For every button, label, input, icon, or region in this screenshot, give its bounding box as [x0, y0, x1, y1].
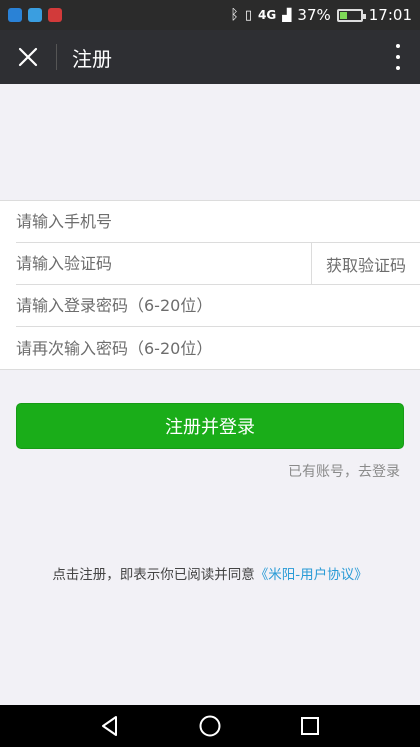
status-bar: ᛒ ▯ 4G ▟ 37% 17:01 [0, 0, 420, 30]
close-button[interactable] [0, 30, 56, 84]
app-notification-icon [8, 8, 22, 22]
title-divider [56, 44, 57, 70]
battery-icon [336, 8, 366, 22]
go-login-link[interactable]: 已有账号，去登录 [288, 461, 400, 481]
page-title: 注册 [72, 46, 112, 71]
more-dots-icon [396, 66, 400, 70]
confirm-password-row [16, 327, 420, 369]
more-dots-icon [396, 44, 400, 48]
password-input[interactable] [16, 285, 420, 326]
register-form: 获取验证码 [0, 200, 420, 370]
close-icon [18, 47, 38, 67]
recents-icon[interactable] [298, 714, 322, 738]
app-notification-icon [48, 8, 62, 22]
clock: 17:01 [368, 6, 412, 24]
signal-icon: ▟ [282, 8, 292, 22]
register-login-button[interactable]: 注册并登录 [16, 403, 404, 449]
code-row: 获取验证码 [16, 243, 420, 285]
bluetooth-icon: ᛒ [230, 7, 239, 23]
system-status: ᛒ ▯ 4G ▟ 37% 17:01 [230, 6, 412, 24]
notification-icons [8, 8, 62, 22]
password-row [16, 285, 420, 327]
agreement-text: 点击注册，即表示你已阅读并同意《米阳-用户协议》 [0, 563, 420, 583]
agreement-prefix: 点击注册，即表示你已阅读并同意 [52, 567, 255, 583]
battery-percent: 37% [297, 6, 331, 24]
home-icon[interactable] [198, 714, 222, 738]
phone-row [16, 201, 420, 243]
more-dots-icon [396, 55, 400, 59]
user-agreement-link[interactable]: 《米阳-用户协议》 [255, 567, 368, 583]
back-icon[interactable] [98, 714, 122, 738]
title-bar: 注册 [0, 30, 420, 84]
get-code-button[interactable]: 获取验证码 [311, 243, 420, 285]
phone-input[interactable] [16, 201, 420, 242]
signal-label: 4G [257, 8, 277, 22]
app-notification-icon [28, 8, 42, 22]
vibrate-icon: ▯ [244, 7, 252, 23]
more-menu-button[interactable] [390, 42, 406, 72]
system-nav-bar [0, 705, 420, 747]
verification-code-input[interactable] [16, 243, 286, 284]
confirm-password-input[interactable] [16, 327, 420, 369]
